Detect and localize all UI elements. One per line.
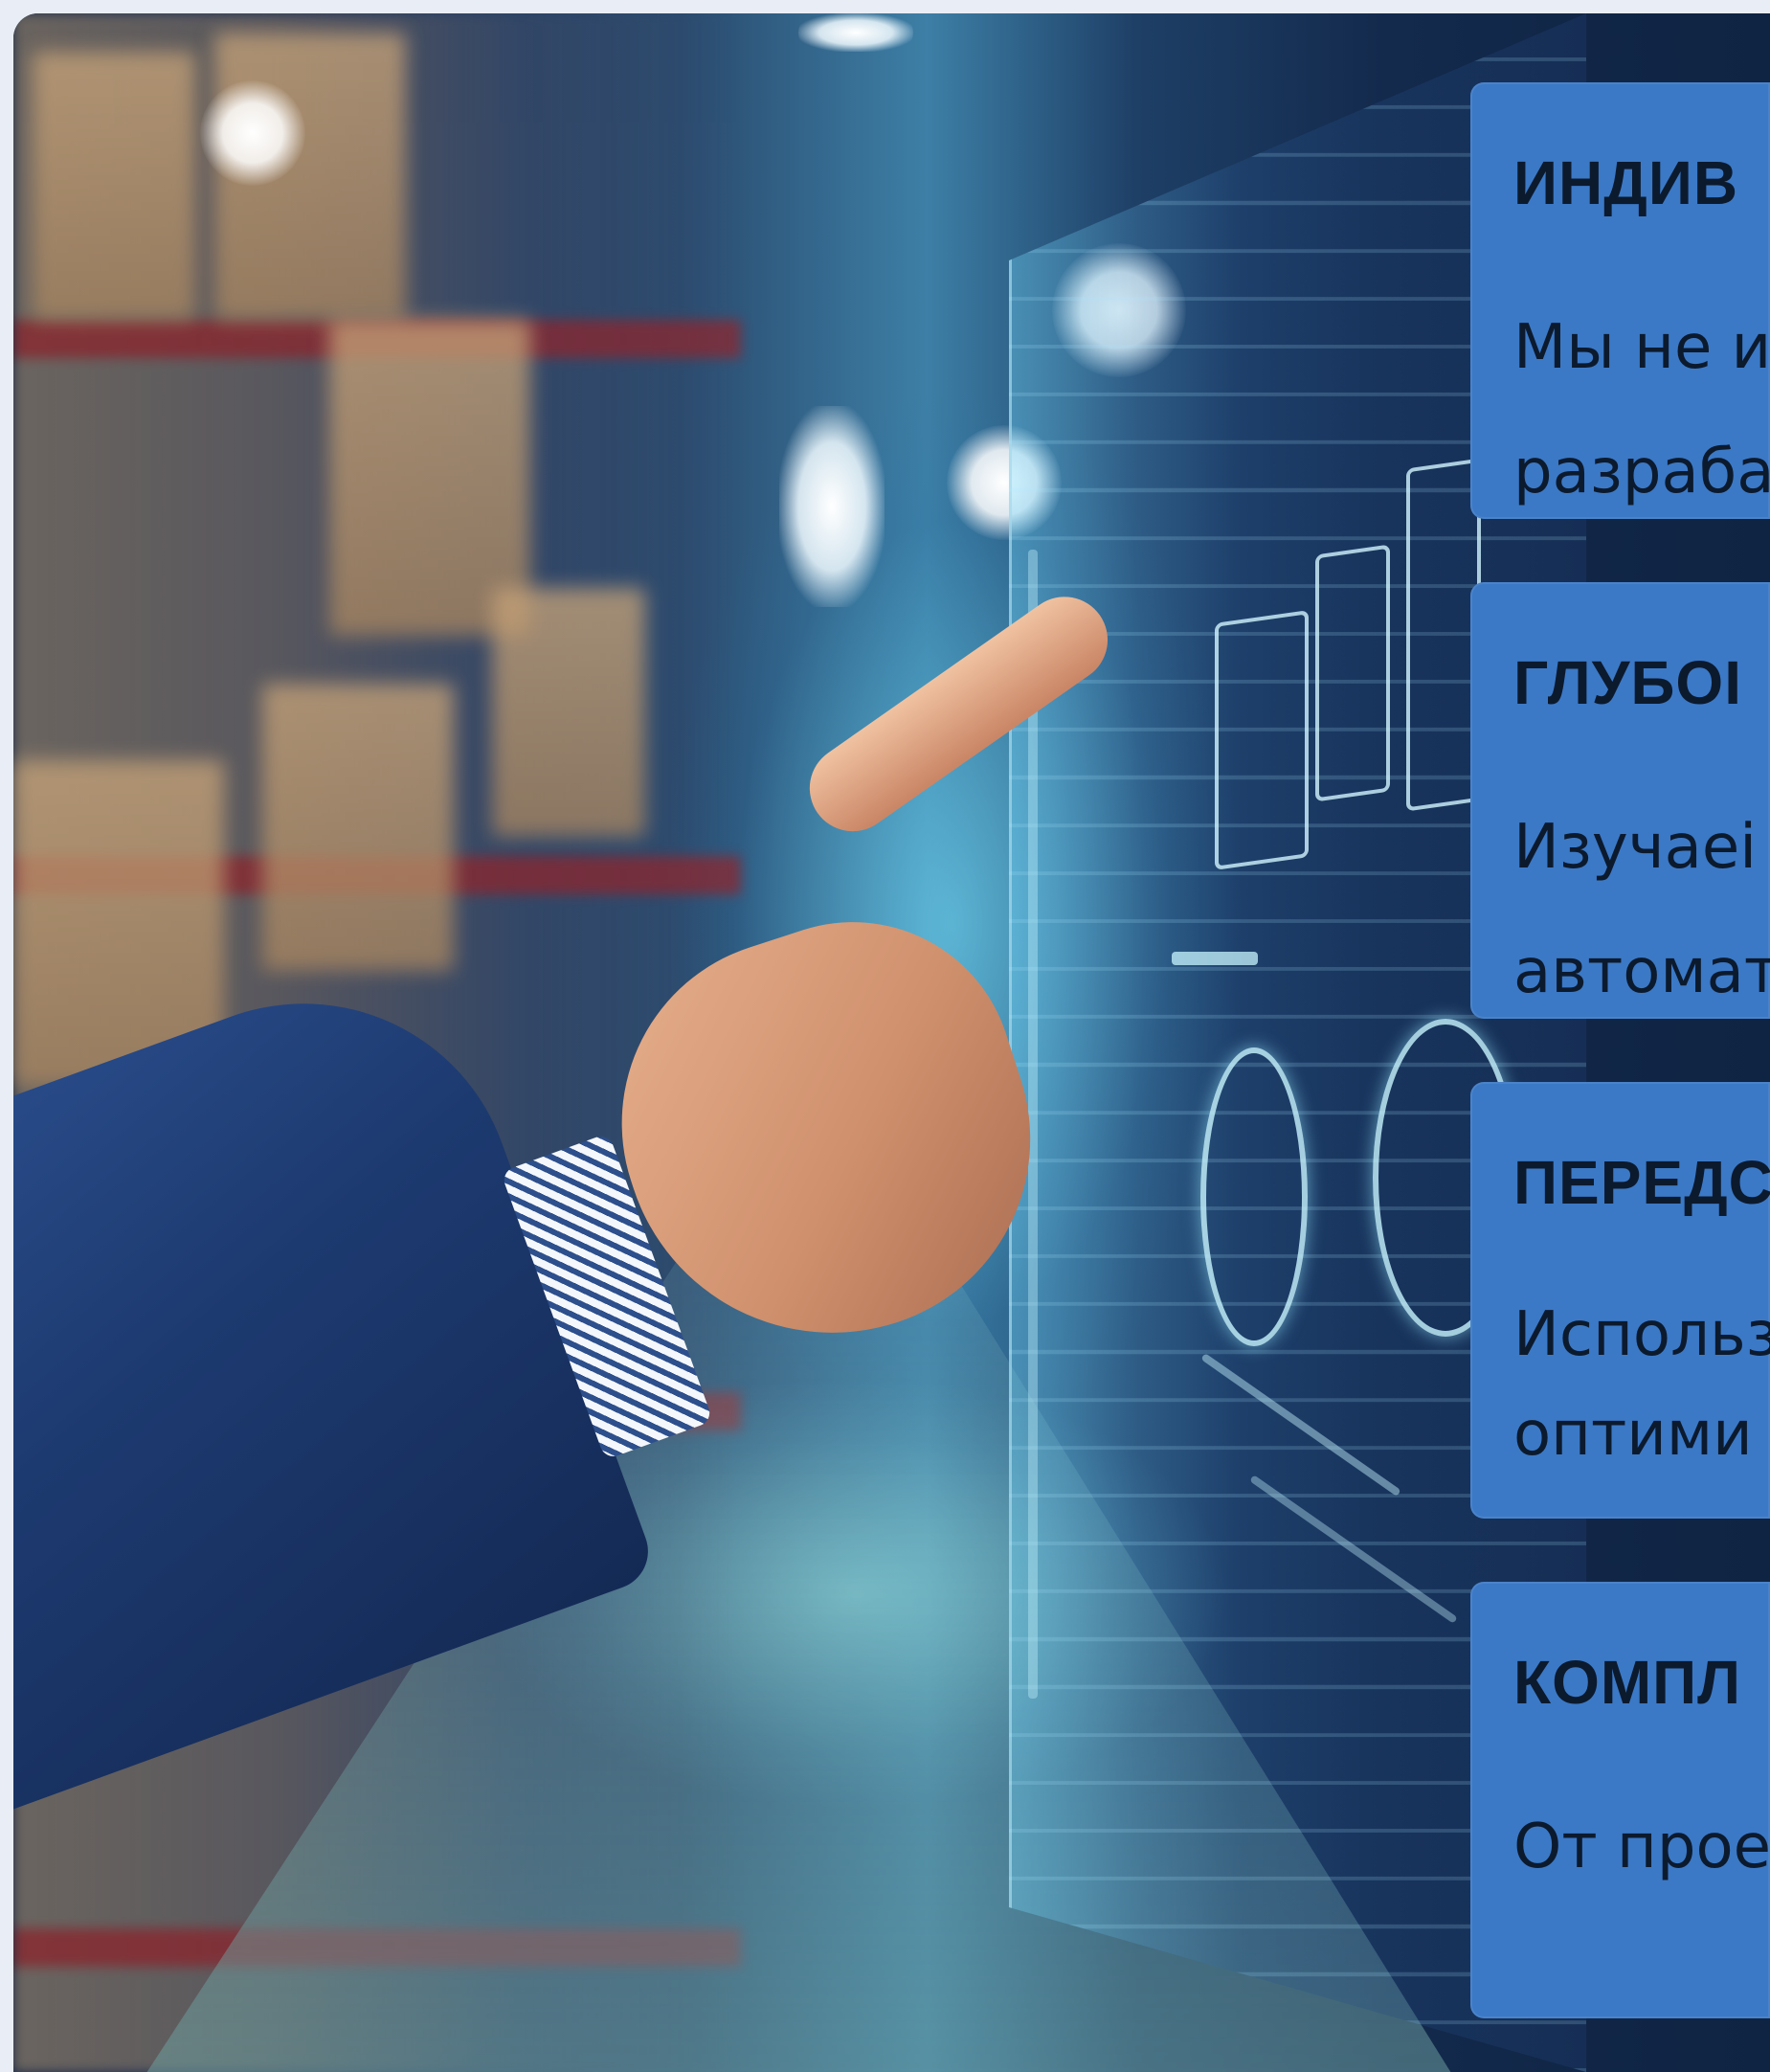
ceiling-light: [798, 13, 913, 52]
ceiling-light: [200, 80, 305, 186]
holo-line: [1172, 952, 1258, 965]
ceiling-light: [779, 406, 885, 607]
feature-card-title: КОМПЛ: [1513, 1648, 1742, 1717]
feature-card-2[interactable]: ГЛУБОІ Изучаеі автомат: [1470, 582, 1770, 1019]
holo-widget: [1315, 544, 1390, 802]
feature-card-title: ИНДИВ: [1513, 148, 1739, 217]
feature-card-4[interactable]: КОМПЛ От прое: [1470, 1582, 1770, 2018]
feature-card-line: автомат: [1513, 936, 1770, 1007]
feature-card-text: Использ оптими: [1513, 1285, 1770, 1484]
feature-card-3[interactable]: ПЕРЕДС Использ оптими: [1470, 1082, 1770, 1519]
feature-card-text: Изучаеі автомат: [1513, 785, 1770, 1019]
feature-card-line: Изучаеі: [1513, 812, 1757, 883]
box: [262, 684, 454, 971]
feature-card-line: Использ: [1513, 1299, 1770, 1370]
holo-widget: [1215, 610, 1309, 870]
feature-card-line: разраба: [1513, 437, 1770, 507]
feature-card-text: Мы не и разраба: [1513, 285, 1770, 519]
feature-card-title: ГЛУБОІ: [1513, 648, 1742, 717]
feature-card-text: От прое: [1513, 1785, 1770, 1909]
feature-card-line: оптими: [1513, 1399, 1753, 1470]
box: [492, 588, 645, 837]
feature-card-title: ПЕРЕДС: [1513, 1148, 1770, 1217]
holo-gauge: [1200, 1047, 1308, 1346]
feature-card-1[interactable]: ИНДИВ Мы не и разраба: [1470, 82, 1770, 519]
feature-card-line: От прое: [1513, 1812, 1770, 1882]
feature-card-line: Мы не и: [1513, 312, 1770, 383]
box: [33, 52, 195, 320]
